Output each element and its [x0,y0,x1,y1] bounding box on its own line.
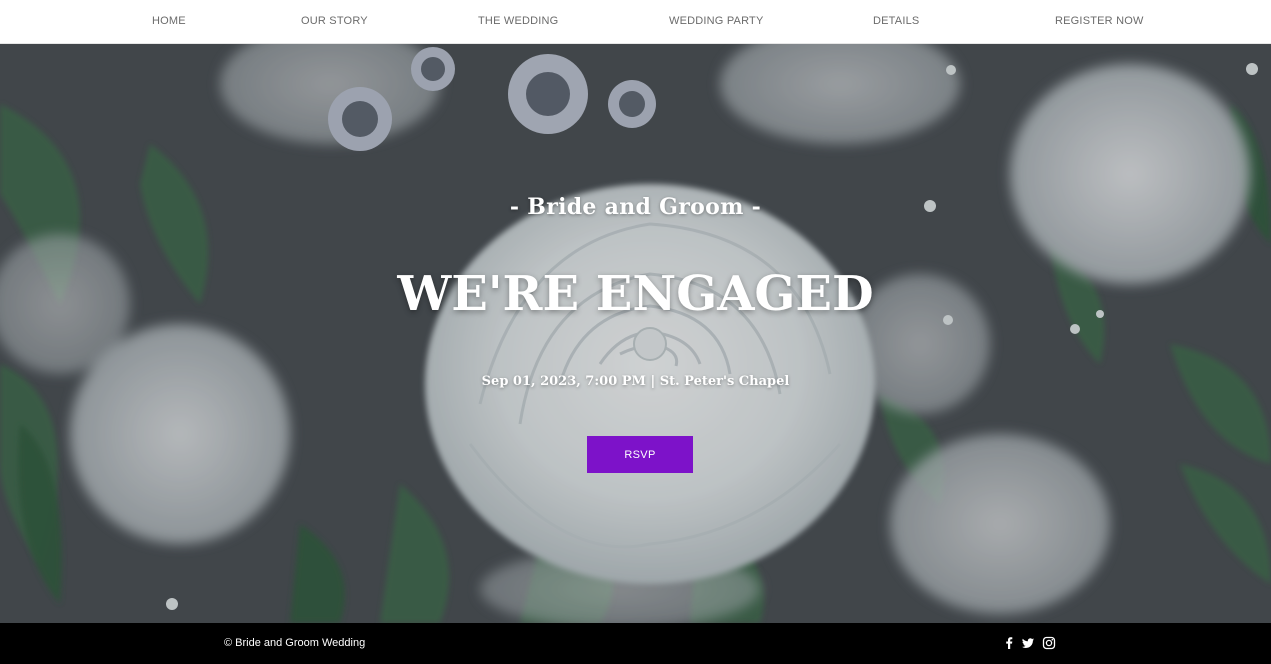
couple-names: - Bride and Groom - [509,194,762,220]
footer: © Bride and Groom Wedding [0,623,1271,664]
hero-overlay [0,44,1271,623]
nav-home[interactable]: HOME [152,15,186,27]
twitter-icon[interactable] [1021,636,1035,650]
nav-our-story[interactable]: OUR STORY [301,15,368,27]
facebook-icon[interactable] [1002,636,1016,650]
copyright-text: © Bride and Groom Wedding [224,637,366,649]
engaged-headline: WE'RE ENGAGED [397,266,874,322]
top-navigation: HOME OUR STORY THE WEDDING WEDDING PARTY… [0,0,1271,44]
hero-section: - Bride and Groom - WE'RE ENGAGED Sep 01… [0,44,1271,623]
event-date-location: Sep 01, 2023, 7:00 PM | St. Peter's Chap… [481,374,790,389]
nav-register-now[interactable]: REGISTER NOW [1055,15,1144,27]
nav-the-wedding[interactable]: THE WEDDING [478,15,558,27]
nav-details[interactable]: DETAILS [873,15,919,27]
instagram-icon[interactable] [1042,636,1056,650]
nav-wedding-party[interactable]: WEDDING PARTY [669,15,763,27]
rsvp-button[interactable]: RSVP [587,436,693,473]
